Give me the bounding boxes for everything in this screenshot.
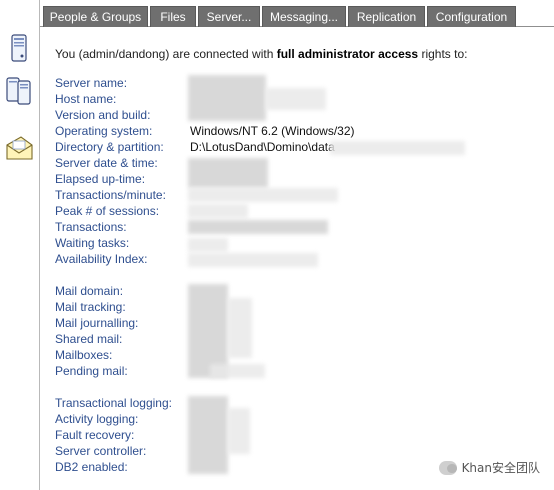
redaction-blur [228, 298, 252, 358]
field-label: Operating system: [55, 124, 153, 138]
field-label: Mail tracking: [55, 300, 126, 314]
tab-configuration[interactable]: Configuration [427, 6, 516, 27]
field-label: Pending mail: [55, 364, 128, 378]
info-row: Waiting tasks: [55, 235, 535, 251]
redaction-blur [188, 204, 248, 218]
tab-server[interactable]: Server... [198, 6, 260, 27]
redaction-blur [210, 364, 265, 378]
field-label: Fault recovery: [55, 428, 135, 442]
field-label: Version and build: [55, 108, 151, 122]
field-label: Transactions/minute: [55, 188, 166, 202]
field-label: Peak # of sessions: [55, 204, 160, 218]
info-row: Server date & time: [55, 155, 535, 171]
field-label: Activity logging: [55, 412, 139, 426]
field-label: Transactional logging: [55, 396, 172, 410]
info-row: Server controller: [55, 443, 535, 459]
info-row: Mail journalling: [55, 315, 535, 331]
field-label: Elapsed up-time: [55, 172, 146, 186]
field-label: Transactions: [55, 220, 127, 234]
field-label: Mailboxes: [55, 348, 113, 362]
tab-files[interactable]: Files [150, 6, 196, 27]
server-icon[interactable] [3, 30, 35, 66]
access-level: full administrator access [276, 47, 419, 61]
info-row: Fault recovery: [55, 427, 535, 443]
access-suffix: rights to: [418, 47, 468, 61]
domino-admin-window: People & Groups Files Server... Messagin… [0, 0, 554, 490]
redaction-blur [330, 141, 465, 155]
field-label: Mail domain: [55, 284, 124, 298]
tab-people-groups[interactable]: People & Groups [43, 6, 148, 27]
field-label: Server controller: [55, 444, 147, 458]
redaction-blur [188, 396, 228, 474]
info-row: Peak # of sessions: [55, 203, 535, 219]
redaction-blur [188, 253, 318, 267]
info-row: Transactional logging: [55, 395, 535, 411]
tab-replication[interactable]: Replication [348, 6, 425, 27]
field-value: Windows/NT 6.2 (Windows/32) [190, 124, 355, 138]
field-label: Server name: [55, 76, 128, 90]
field-label: Waiting tasks: [55, 236, 130, 250]
info-row: Elapsed up-time: [55, 171, 535, 187]
field-value: D:\LotusDand\Domino\data [190, 140, 335, 154]
info-row: Shared mail: [55, 331, 535, 347]
field-label: Directory & partition: [55, 140, 164, 154]
field-label: Shared mail: [55, 332, 123, 346]
info-row: Operating system: Windows/NT 6.2 (Window… [55, 123, 535, 139]
redaction-blur [228, 408, 250, 454]
redaction-blur [188, 75, 266, 121]
server-status-panel: You (admin/dandong) are connected with f… [40, 28, 554, 490]
watermark-text: Khan安全团队 [461, 461, 540, 475]
info-row: Mail domain: [55, 283, 535, 299]
access-summary: You (admin/dandong) are connected with f… [55, 47, 467, 61]
redaction-blur [188, 188, 338, 202]
redaction-blur [188, 238, 228, 252]
redaction-blur [188, 158, 268, 188]
field-label: Mail journalling: [55, 316, 139, 330]
field-label: Availability Index: [55, 252, 148, 266]
redaction-blur [266, 88, 326, 110]
field-label: Server date & time: [55, 156, 158, 170]
mail-icon[interactable] [3, 130, 35, 166]
tab-messaging[interactable]: Messaging... [262, 6, 346, 27]
field-label: DB2 enabled: [55, 460, 128, 474]
info-row: Mail tracking: [55, 299, 535, 315]
info-row: Mailboxes: [55, 347, 535, 363]
field-label: Host name: [55, 92, 117, 106]
servers-icon[interactable] [3, 72, 35, 108]
tab-bar: People & Groups Files Server... Messagin… [40, 0, 554, 27]
access-prefix: You (admin/dandong) are connected with [55, 47, 277, 61]
info-row: Activity logging: [55, 411, 535, 427]
left-icon-rail [0, 0, 40, 490]
redaction-blur [188, 220, 328, 234]
watermark: Khan安全团队 [438, 459, 540, 476]
wechat-icon [438, 460, 457, 475]
info-row: Pending mail: [55, 363, 535, 379]
